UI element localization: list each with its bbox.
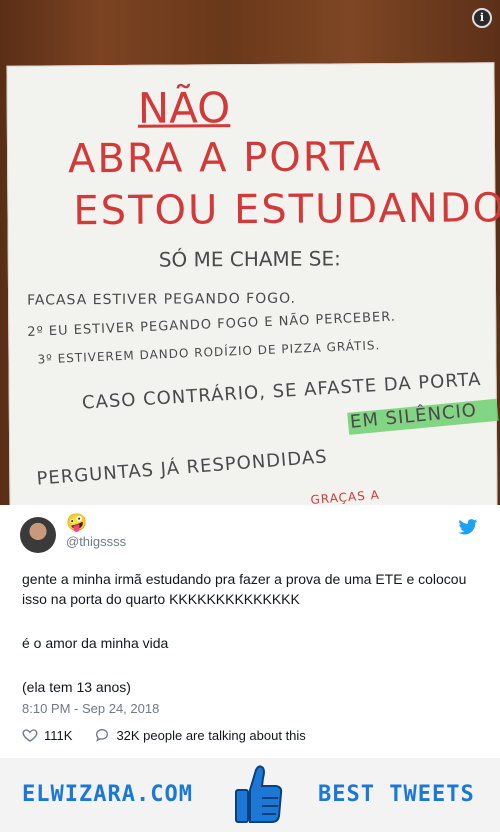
sign-line-chame: SÓ ME CHAME SE: — [158, 246, 341, 272]
info-icon[interactable]: i — [472, 8, 492, 28]
site-banner: ELWIZARA.COM BEST TWEETS — [0, 758, 500, 832]
tweet-timestamp[interactable]: 8:10 PM - Sep 24, 2018 — [22, 701, 159, 716]
sign-line-estou: ESTOU ESTUDANDO — [73, 185, 500, 235]
user-handle[interactable]: @thigssss — [66, 534, 126, 549]
sign-item-2: 2º EU ESTIVER PEGANDO FOGO E NÃO PERCEBE… — [27, 309, 397, 340]
tweet-stats: 111K 32K people are talking about this — [22, 727, 306, 743]
sign-line-abra: ABRA A PORTA — [67, 134, 383, 183]
display-name-emoji[interactable]: 🤪 — [66, 513, 87, 533]
heart-icon[interactable] — [22, 727, 38, 743]
thumbs-up-icon — [235, 765, 283, 823]
sign-paper: NÃO ABRA A PORTA ESTOU ESTUDANDO SÓ ME C… — [6, 62, 500, 505]
talking-count[interactable]: 32K people are talking about this — [116, 728, 305, 743]
tweet-photo[interactable]: NÃO ABRA A PORTA ESTOU ESTUDANDO SÓ ME C… — [0, 0, 500, 505]
brand-name[interactable]: ELWIZARA.COM — [22, 782, 193, 807]
sign-item-1: FACASA ESTIVER PEGANDO FOGO. — [27, 290, 297, 309]
tweet-text-line: gente a minha irmã estudando pra fazer a… — [22, 571, 467, 607]
best-tweets-label: BEST TWEETS — [318, 782, 475, 807]
sign-perguntas: PERGUNTAS JÁ RESPONDIDAS — [35, 446, 329, 490]
tweet-text-line: (ela tem 13 anos) — [22, 679, 131, 695]
avatar[interactable] — [20, 517, 56, 553]
sign-item-3: 3º ESTIVEREM DANDO RODÍZIO DE PIZZA GRÁT… — [37, 338, 381, 367]
sign-bottom: GRAÇAS A — [310, 487, 381, 505]
like-count[interactable]: 111K — [44, 728, 72, 743]
twitter-bird-icon[interactable] — [458, 519, 478, 535]
tweet-text: gente a minha irmã estudando pra fazer a… — [22, 569, 482, 721]
reply-bubble-icon[interactable] — [94, 727, 110, 743]
tweet-card: 🤪 @thigssss gente a minha irmã estudando… — [0, 505, 500, 757]
sign-line-nao: NÃO — [137, 83, 231, 133]
tweet-text-line: é o amor da minha vida — [22, 635, 169, 651]
